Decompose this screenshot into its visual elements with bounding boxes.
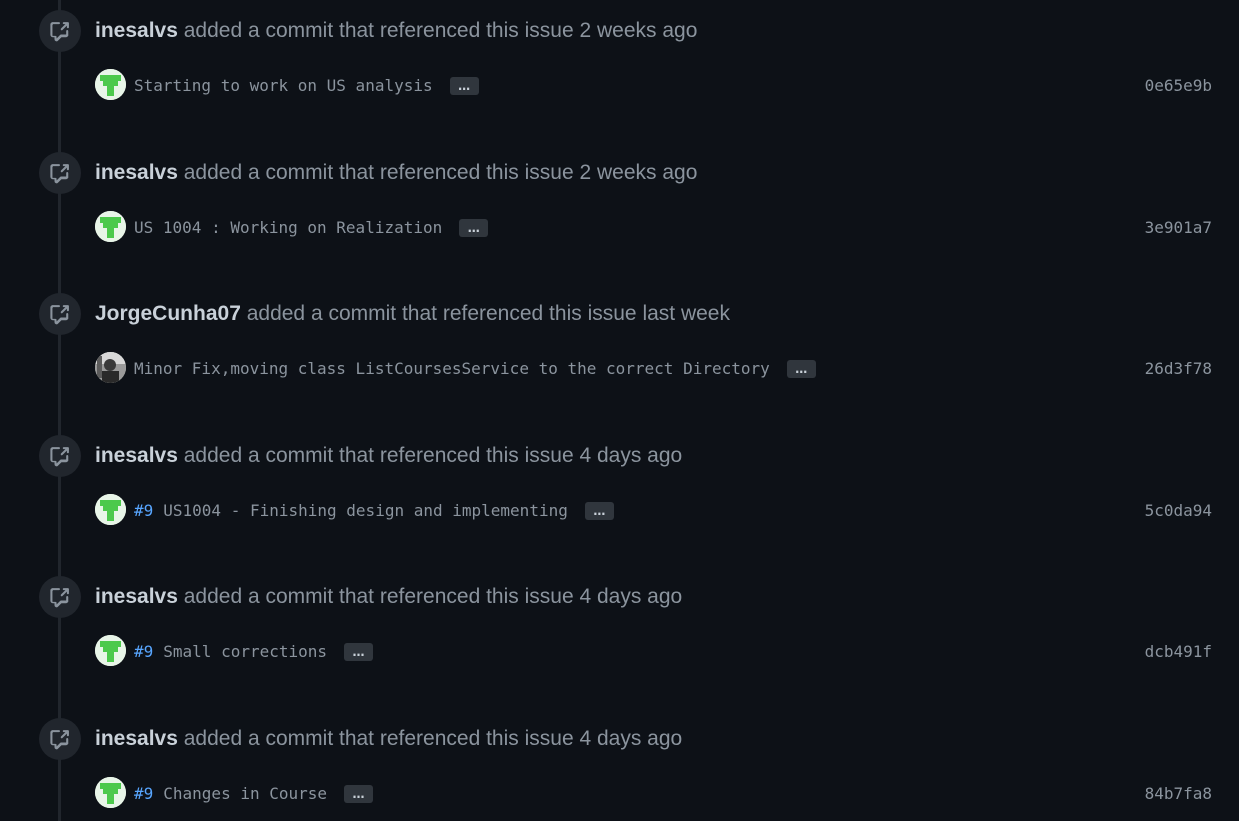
commit-sha-link[interactable]: 5c0da94	[1145, 501, 1212, 521]
issue-reference-link[interactable]: #9	[134, 501, 153, 521]
expand-message-button[interactable]: …	[344, 785, 374, 803]
avatar-identicon[interactable]	[95, 494, 126, 525]
timeline-event: inesalvs added a commit that referenced …	[0, 0, 1239, 142]
avatar-identicon[interactable]	[95, 635, 126, 666]
commit-row: Minor Fix,moving class ListCoursesServic…	[95, 352, 1213, 384]
cross-reference-icon	[39, 718, 81, 760]
timeline-event: JorgeCunha07 added a commit that referen…	[0, 283, 1239, 425]
commit-sha-link[interactable]: 26d3f78	[1145, 359, 1212, 379]
event-header: JorgeCunha07 added a commit that referen…	[95, 300, 730, 328]
expand-message-button[interactable]: …	[344, 643, 374, 661]
event-time[interactable]: last week	[642, 302, 730, 325]
commit-message: #9 Changes in Course …	[134, 784, 374, 804]
event-action: added a commit that referenced this issu…	[246, 302, 637, 325]
timeline-event: inesalvs added a commit that referenced …	[0, 566, 1239, 708]
commit-sha-link[interactable]: 3e901a7	[1145, 218, 1212, 238]
commit-row: US 1004 : Working on Realization … 3e901…	[95, 211, 1213, 243]
cross-reference-icon	[39, 152, 81, 194]
event-time[interactable]: 2 weeks ago	[579, 161, 697, 184]
cross-reference-icon	[39, 293, 81, 335]
avatar-photo[interactable]	[95, 352, 126, 383]
commit-row: #9 US1004 - Finishing design and impleme…	[95, 494, 1213, 526]
event-action: added a commit that referenced this issu…	[183, 727, 574, 750]
issue-reference-link[interactable]: #9	[134, 642, 153, 662]
event-action: added a commit that referenced this issu…	[183, 585, 574, 608]
commit-message: #9 Small corrections …	[134, 642, 374, 662]
avatar-identicon[interactable]	[95, 69, 126, 100]
author-link[interactable]: inesalvs	[95, 161, 178, 184]
timeline-event: inesalvs added a commit that referenced …	[0, 425, 1239, 567]
commit-sha-link[interactable]: 0e65e9b	[1145, 76, 1212, 96]
commit-message: Minor Fix,moving class ListCoursesServic…	[134, 359, 816, 379]
expand-message-button[interactable]: …	[449, 77, 479, 95]
timeline-event: inesalvs added a commit that referenced …	[0, 708, 1239, 821]
commit-message-link[interactable]: Changes in Course	[163, 784, 327, 804]
event-action: added a commit that referenced this issu…	[183, 19, 574, 42]
commit-message-link[interactable]: Minor Fix,moving class ListCoursesServic…	[134, 359, 770, 379]
commit-message: US 1004 : Working on Realization …	[134, 218, 489, 238]
commit-message: Starting to work on US analysis …	[134, 76, 479, 96]
event-header: inesalvs added a commit that referenced …	[95, 442, 682, 470]
event-time[interactable]: 4 days ago	[579, 727, 682, 750]
commit-message: #9 US1004 - Finishing design and impleme…	[134, 501, 614, 521]
author-link[interactable]: inesalvs	[95, 727, 178, 750]
cross-reference-icon	[39, 576, 81, 618]
author-link[interactable]: inesalvs	[95, 585, 178, 608]
commit-row: Starting to work on US analysis … 0e65e9…	[95, 69, 1213, 101]
cross-reference-icon	[39, 10, 81, 52]
author-link[interactable]: inesalvs	[95, 444, 178, 467]
commit-message-link[interactable]: Small corrections	[163, 642, 327, 662]
event-time[interactable]: 4 days ago	[579, 444, 682, 467]
expand-message-button[interactable]: …	[459, 219, 489, 237]
issue-reference-link[interactable]: #9	[134, 784, 153, 804]
event-header: inesalvs added a commit that referenced …	[95, 725, 682, 753]
commit-row: #9 Changes in Course … 84b7fa8	[95, 777, 1213, 809]
expand-message-button[interactable]: …	[786, 360, 816, 378]
avatar-identicon[interactable]	[95, 777, 126, 808]
cross-reference-icon	[39, 435, 81, 477]
avatar-identicon[interactable]	[95, 211, 126, 242]
author-link[interactable]: inesalvs	[95, 19, 178, 42]
author-link[interactable]: JorgeCunha07	[95, 302, 241, 325]
timeline-event: inesalvs added a commit that referenced …	[0, 142, 1239, 284]
expand-message-button[interactable]: …	[584, 502, 614, 520]
event-header: inesalvs added a commit that referenced …	[95, 159, 697, 187]
commit-message-link[interactable]: Starting to work on US analysis	[134, 76, 433, 96]
event-header: inesalvs added a commit that referenced …	[95, 17, 697, 45]
event-action: added a commit that referenced this issu…	[183, 444, 574, 467]
event-action: added a commit that referenced this issu…	[183, 161, 574, 184]
commit-sha-link[interactable]: dcb491f	[1145, 642, 1212, 662]
commit-message-link[interactable]: US 1004 : Working on Realization	[134, 218, 442, 238]
commit-sha-link[interactable]: 84b7fa8	[1145, 784, 1212, 804]
event-time[interactable]: 2 weeks ago	[579, 19, 697, 42]
event-time[interactable]: 4 days ago	[579, 585, 682, 608]
event-header: inesalvs added a commit that referenced …	[95, 583, 682, 611]
commit-message-link[interactable]: US1004 - Finishing design and implementi…	[163, 501, 568, 521]
commit-row: #9 Small corrections … dcb491f	[95, 635, 1213, 667]
